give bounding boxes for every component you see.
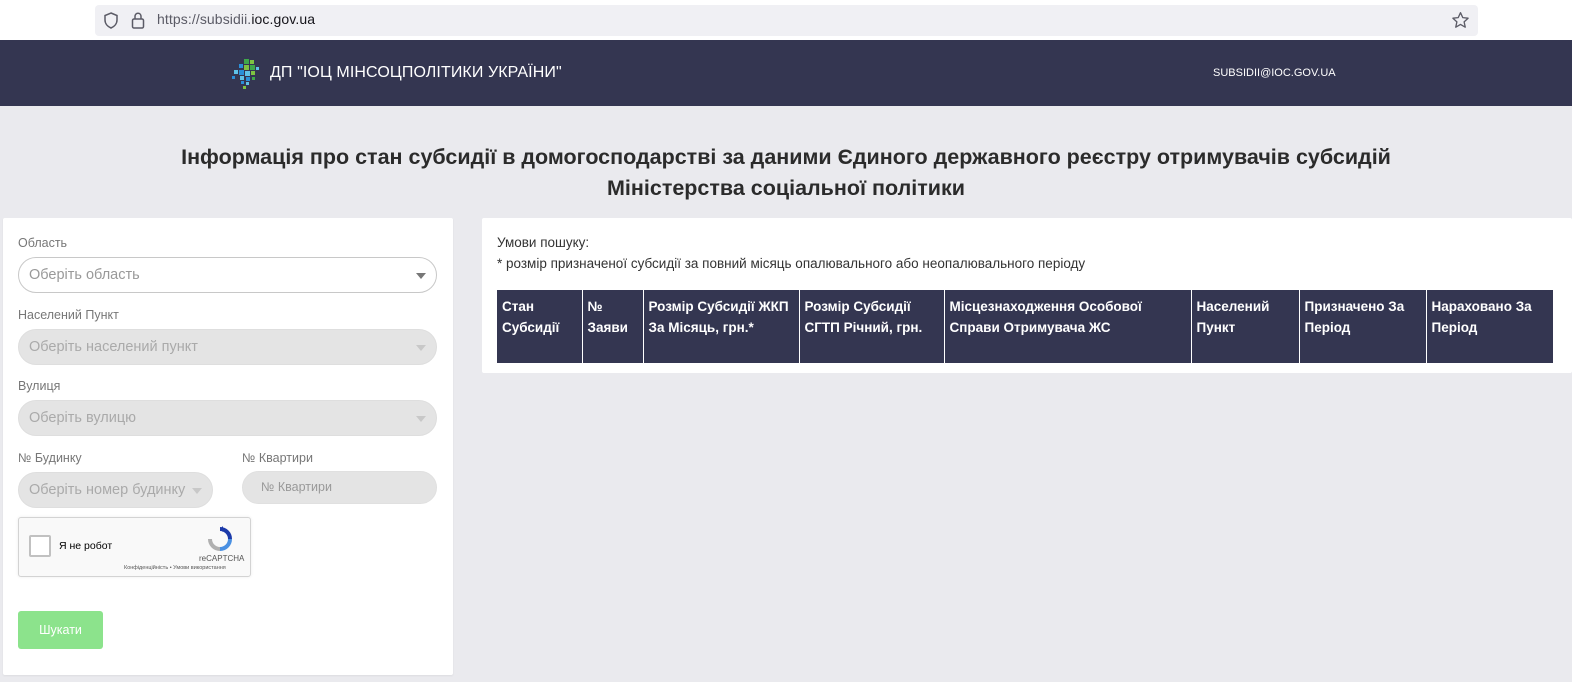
page-title-line2: Міністерства соціальної політики — [607, 176, 965, 200]
results-table: Стан Субсидії № Заяви Розмір Субсидії ЖК… — [497, 290, 1553, 363]
recaptcha-brand: reCAPTCHA — [199, 554, 245, 563]
chevron-down-icon — [416, 345, 426, 351]
region-select[interactable]: Оберіть область — [18, 257, 437, 293]
site-title[interactable]: ДП "ІОЦ МІНСОЦПОЛІТИКИ УКРАЇНИ" — [270, 64, 562, 82]
column-header[interactable]: Населений Пункт — [1190, 290, 1299, 363]
chevron-down-icon — [192, 488, 202, 494]
house-select[interactable]: Оберіть номер будинку — [18, 472, 213, 508]
captcha-label: Я не робот — [59, 540, 113, 552]
recaptcha-links[interactable]: Конфіденційність • Умови використання — [124, 565, 226, 571]
recaptcha-widget: Я не робот reCAPTCHA Конфіденційність • … — [18, 517, 251, 577]
recaptcha-logo-icon — [208, 526, 232, 551]
street-select-value: Оберіть вулицю — [29, 410, 137, 426]
region-label: Область — [18, 236, 68, 250]
column-header[interactable]: № Заяви — [581, 290, 643, 363]
star-icon[interactable] — [1451, 11, 1470, 30]
url-text[interactable]: https://subsidii.ioc.gov.ua — [157, 11, 315, 27]
city-select-value: Оберіть населений пункт — [29, 339, 198, 355]
column-header[interactable]: Стан Субсидії — [497, 290, 582, 363]
browser-toolbar: https://subsidii.ioc.gov.ua — [0, 0, 1572, 40]
city-label: Населений Пункт — [18, 308, 119, 322]
city-select[interactable]: Оберіть населений пункт — [18, 329, 437, 365]
column-header[interactable]: Місцезнаходження Особової Справи Отримув… — [943, 290, 1191, 363]
search-conditions-note: * розмір призначеної субсидії за повний … — [497, 256, 1086, 271]
street-label: Вулиця — [18, 379, 61, 393]
chevron-down-icon — [416, 416, 426, 422]
street-select[interactable]: Оберіть вулицю — [18, 400, 437, 436]
house-select-value: Оберіть номер будинку — [29, 482, 186, 498]
column-header[interactable]: Нараховано За Період — [1425, 290, 1553, 363]
page-title: Інформація про стан субсидії в домогоспо… — [0, 142, 1572, 204]
search-conditions-title: Умови пошуку: — [497, 235, 590, 250]
logo-icon[interactable] — [232, 59, 262, 89]
table-header-row: Стан Субсидії № Заяви Розмір Субсидії ЖК… — [497, 290, 1553, 363]
column-header[interactable]: Розмір Субсидії ЖКП За Місяць, грн.* — [642, 290, 799, 363]
house-label: № Будинку — [18, 451, 82, 465]
shield-icon[interactable] — [103, 12, 119, 29]
lock-icon[interactable] — [131, 12, 145, 29]
column-header[interactable]: Розмір Субсидії СГТП Річний, грн. — [798, 290, 944, 363]
page-title-line1: Інформація про стан субсидії в домогоспо… — [181, 145, 1391, 169]
apartment-label: № Квартири — [242, 451, 313, 465]
chevron-down-icon — [416, 273, 426, 279]
captcha-checkbox[interactable] — [29, 535, 51, 557]
search-button[interactable]: Шукати — [18, 611, 103, 649]
column-header[interactable]: Призначено За Період — [1298, 290, 1426, 363]
apartment-input[interactable]: № Квартири — [242, 471, 437, 504]
region-select-value: Оберіть область — [29, 267, 140, 283]
contact-email[interactable]: SUBSIDII@IOC.GOV.UA — [1213, 67, 1336, 79]
